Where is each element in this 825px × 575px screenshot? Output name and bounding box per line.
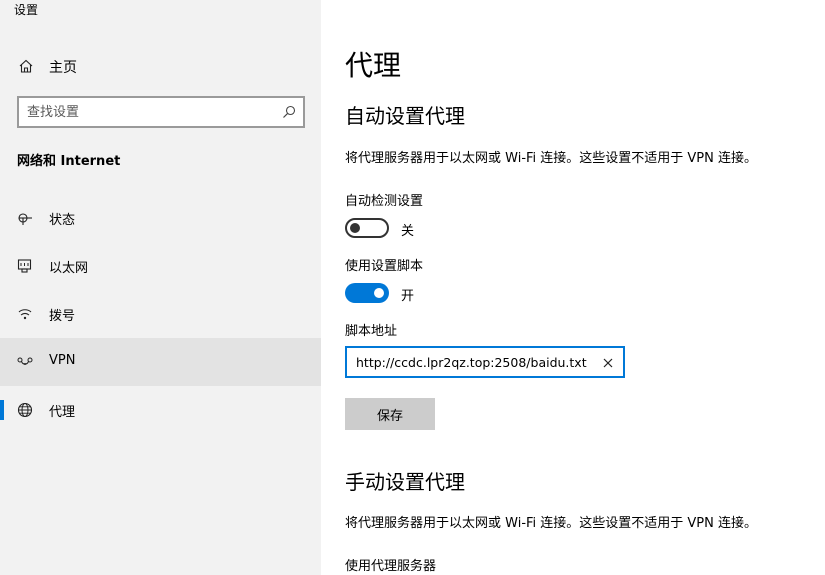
auto-detect-label: 自动检测设置 <box>345 194 424 209</box>
sidebar-item-label: 拨号 <box>49 309 76 324</box>
script-address-label: 脚本地址 <box>345 324 398 339</box>
script-address-input[interactable] <box>356 353 588 371</box>
use-script-label: 使用设置脚本 <box>345 259 424 274</box>
use-proxy-label: 使用代理服务器 <box>345 559 437 574</box>
ethernet-icon <box>17 258 33 274</box>
sidebar-item-label: 代理 <box>49 405 76 420</box>
home-nav-item[interactable]: 主页 <box>0 44 321 88</box>
auto-proxy-heading: 自动设置代理 <box>345 104 465 128</box>
sidebar-item-status[interactable]: 状态 <box>0 194 321 242</box>
sidebar-item-dialup[interactable]: 拨号 <box>0 290 321 338</box>
manual-proxy-heading: 手动设置代理 <box>345 470 465 494</box>
search-input[interactable] <box>27 102 267 122</box>
script-address-box[interactable] <box>345 346 625 378</box>
sidebar-item-vpn[interactable]: VPN <box>0 338 321 386</box>
manual-proxy-description: 将代理服务器用于以太网或 Wi-Fi 连接。这些设置不适用于 VPN 连接。 <box>345 516 758 531</box>
home-icon <box>18 58 34 74</box>
vpn-icon <box>17 354 33 370</box>
use-script-state: 开 <box>401 289 415 304</box>
auto-proxy-description: 将代理服务器用于以太网或 Wi-Fi 连接。这些设置不适用于 VPN 连接。 <box>345 151 758 166</box>
sidebar-item-label: 以太网 <box>49 261 89 276</box>
status-icon <box>17 210 33 226</box>
globe-icon <box>17 402 33 418</box>
search-box[interactable] <box>17 96 305 128</box>
dialup-icon <box>17 306 33 322</box>
toggle-knob <box>350 223 360 233</box>
main-panel: 代理 自动设置代理 将代理服务器用于以太网或 Wi-Fi 连接。这些设置不适用于… <box>321 0 825 575</box>
page-title: 代理 <box>345 49 402 82</box>
sidebar-item-label: 状态 <box>49 213 76 228</box>
app-title: 设置 <box>14 3 39 17</box>
section-heading: 网络和 Internet <box>17 154 121 169</box>
toggle-knob <box>374 288 384 298</box>
use-script-toggle[interactable] <box>345 283 389 303</box>
settings-window: 设置 主页 网络和 Internet <box>0 0 825 575</box>
selected-indicator <box>0 400 4 420</box>
save-button[interactable]: 保存 <box>345 398 435 430</box>
search-icon[interactable] <box>281 104 297 120</box>
sidebar-item-proxy[interactable]: 代理 <box>0 386 321 434</box>
clear-icon[interactable] <box>601 355 615 369</box>
auto-detect-toggle[interactable] <box>345 218 389 238</box>
home-label: 主页 <box>49 60 77 76</box>
sidebar: 设置 主页 网络和 Internet <box>0 0 321 575</box>
auto-detect-state: 关 <box>401 224 415 239</box>
sidebar-item-ethernet[interactable]: 以太网 <box>0 242 321 290</box>
sidebar-item-label: VPN <box>49 353 76 368</box>
